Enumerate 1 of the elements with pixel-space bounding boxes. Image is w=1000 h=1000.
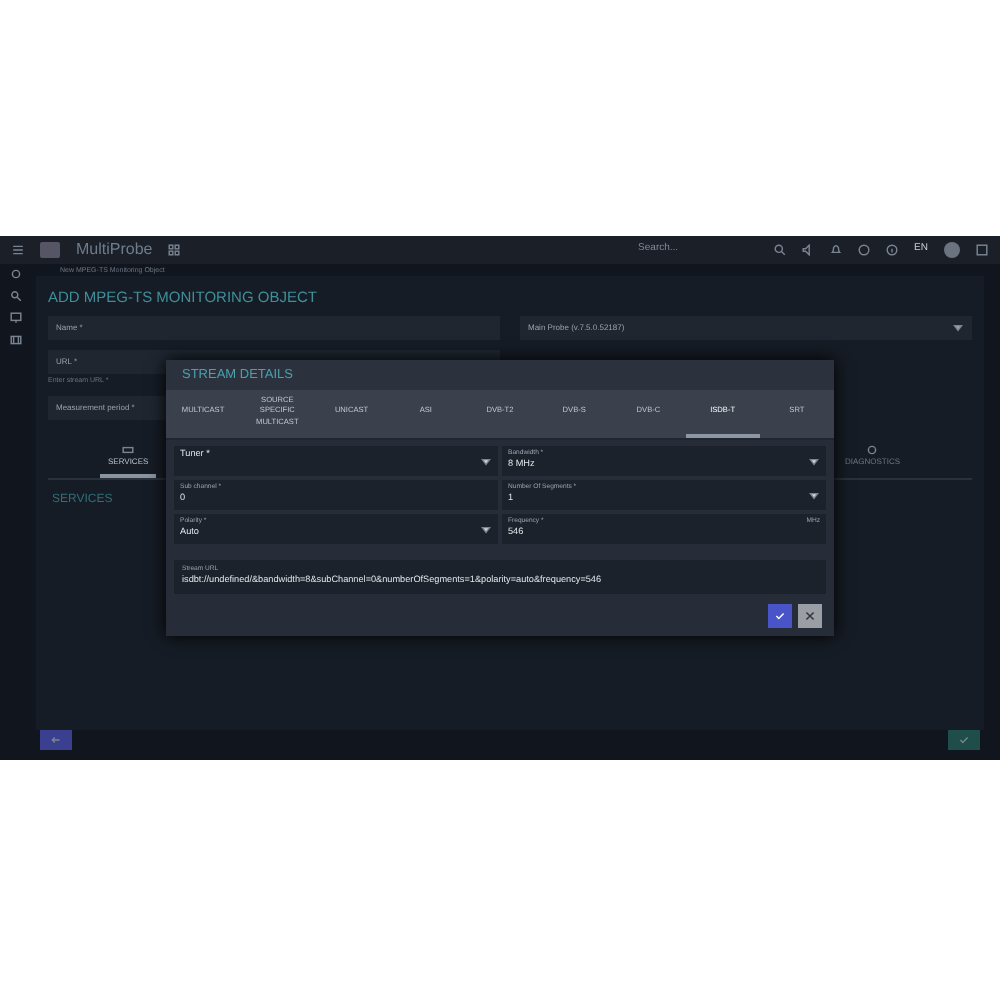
logo-text: MultiProbe <box>76 238 153 262</box>
